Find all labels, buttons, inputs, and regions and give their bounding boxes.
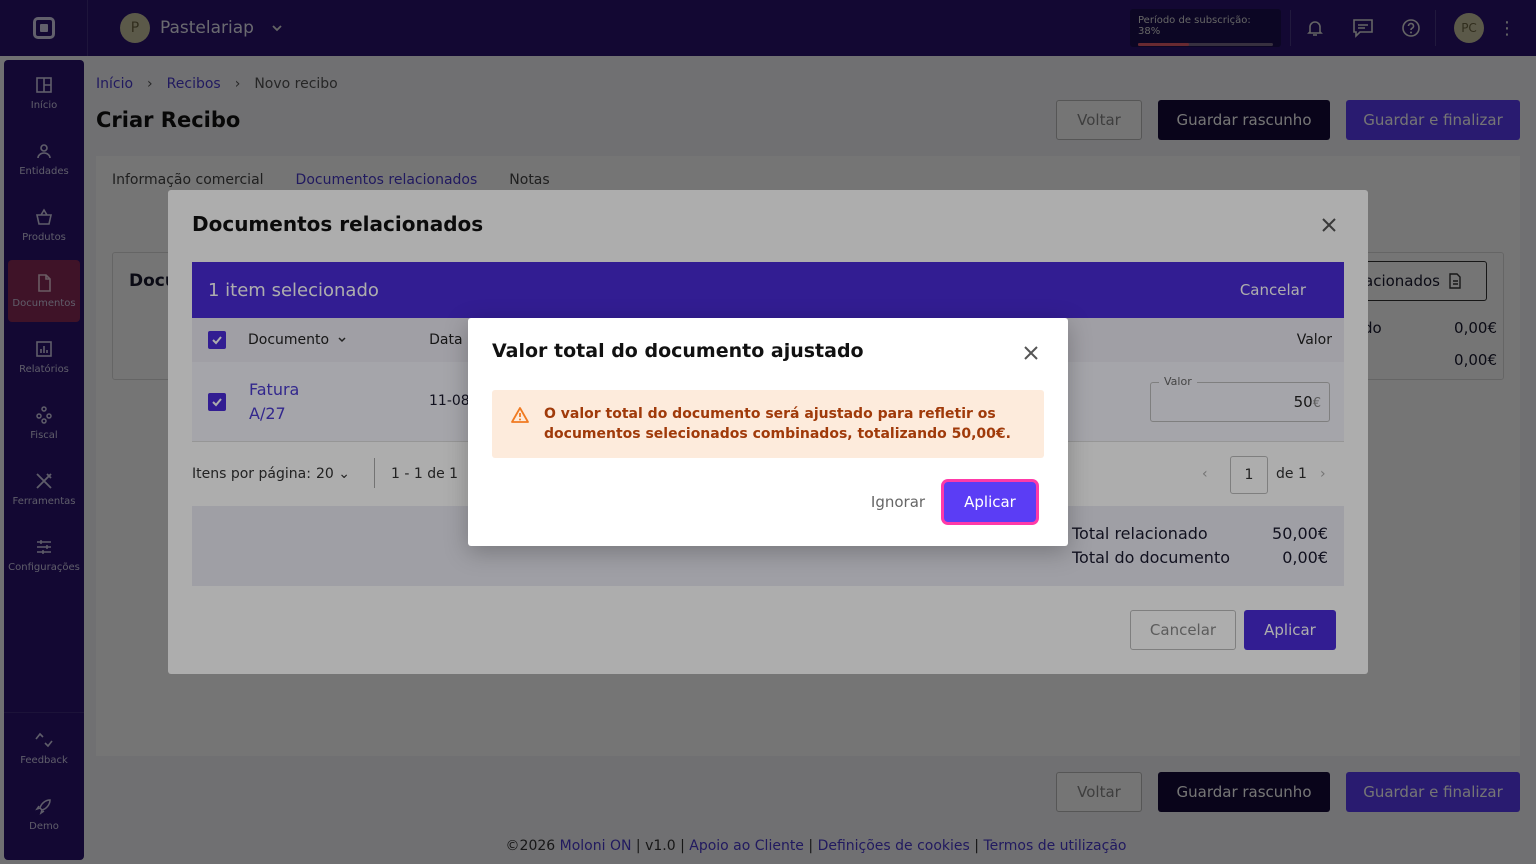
confirm-dialog: Valor total do documento ajustado O valo… bbox=[468, 318, 1068, 546]
warning-message: O valor total do documento será ajustado… bbox=[544, 406, 1011, 442]
ignore-button[interactable]: Ignorar bbox=[862, 482, 934, 522]
warning-alert: O valor total do documento será ajustado… bbox=[492, 390, 1044, 458]
apply-button[interactable]: Aplicar bbox=[944, 482, 1036, 522]
close-icon[interactable] bbox=[1022, 344, 1040, 362]
confirm-dialog-title: Valor total do documento ajustado bbox=[492, 340, 864, 362]
warning-icon bbox=[511, 407, 529, 423]
